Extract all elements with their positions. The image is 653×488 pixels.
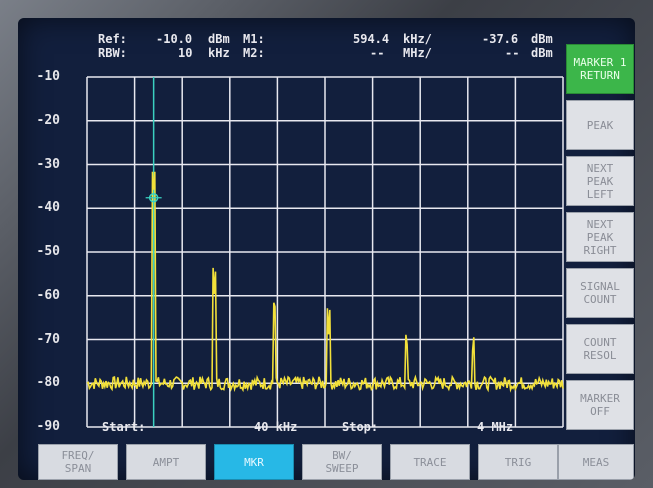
stop-label: Stop: bbox=[342, 420, 379, 434]
marker-1-return-button[interactable]: MARKER 1 RETURN bbox=[566, 44, 634, 94]
y-tick-label: -60 bbox=[36, 287, 60, 303]
m1-level: -37.6 bbox=[482, 32, 519, 46]
m1-frequency-unit: kHz/ bbox=[403, 32, 432, 46]
m2-frequency-unit: MHz/ bbox=[403, 46, 432, 60]
mkr-key[interactable]: MKR bbox=[214, 444, 294, 480]
y-tick-label: -20 bbox=[36, 112, 60, 128]
ref-label: Ref: bbox=[98, 32, 127, 46]
m2-level-unit: dBm bbox=[531, 46, 553, 60]
meas-key[interactable]: MEAS bbox=[558, 444, 634, 480]
bw-sweep-key[interactable]: BW/ SWEEP bbox=[302, 444, 382, 480]
y-tick-label: -30 bbox=[36, 156, 60, 172]
rbw-unit: kHz bbox=[208, 46, 230, 60]
marker-off-button[interactable]: MARKER OFF bbox=[566, 380, 634, 430]
m1-level-unit: dBm bbox=[531, 32, 553, 46]
next-peak-right-button[interactable]: NEXT PEAK RIGHT bbox=[566, 212, 634, 262]
start-frequency: 40 kHz bbox=[254, 420, 298, 434]
freq-span-key[interactable]: FREQ/ SPAN bbox=[38, 444, 118, 480]
rbw-label: RBW: bbox=[98, 46, 127, 60]
ref-value: -10.0 bbox=[156, 32, 193, 46]
m2-frequency: -- bbox=[370, 46, 385, 60]
analyzer-screen: Ref: RBW: -10.0 10 dBm kHz M1: M2: 594.4… bbox=[18, 18, 635, 480]
trace-key[interactable]: TRACE bbox=[390, 444, 470, 480]
ref-unit: dBm bbox=[208, 32, 230, 46]
m1-frequency: 594.4 bbox=[353, 32, 390, 46]
y-tick-label: -40 bbox=[36, 200, 60, 216]
y-tick-label: -10 bbox=[36, 69, 60, 84]
y-tick-label: -80 bbox=[36, 375, 60, 391]
ampt-key[interactable]: AMPT bbox=[126, 444, 206, 480]
signal-count-button[interactable]: SIGNAL COUNT bbox=[566, 268, 634, 318]
stop-frequency: 4 MHz bbox=[477, 420, 514, 434]
start-label: Start: bbox=[102, 420, 146, 434]
spectrum-plot bbox=[86, 76, 564, 428]
m2-label: M2: bbox=[243, 46, 265, 60]
m1-label: M1: bbox=[243, 32, 265, 46]
y-tick-label: -70 bbox=[36, 331, 60, 347]
y-tick-label: -90 bbox=[36, 419, 60, 434]
rbw-value: 10 bbox=[178, 46, 193, 60]
next-peak-left-button[interactable]: NEXT PEAK LEFT bbox=[566, 156, 634, 206]
y-tick-label: -50 bbox=[36, 244, 60, 259]
trig-key[interactable]: TRIG bbox=[478, 444, 558, 480]
peak-button[interactable]: PEAK bbox=[566, 100, 634, 150]
spectrum-display[interactable] bbox=[86, 76, 564, 428]
m2-level: -- bbox=[505, 46, 520, 60]
count-resol-button[interactable]: COUNT RESOL bbox=[566, 324, 634, 374]
